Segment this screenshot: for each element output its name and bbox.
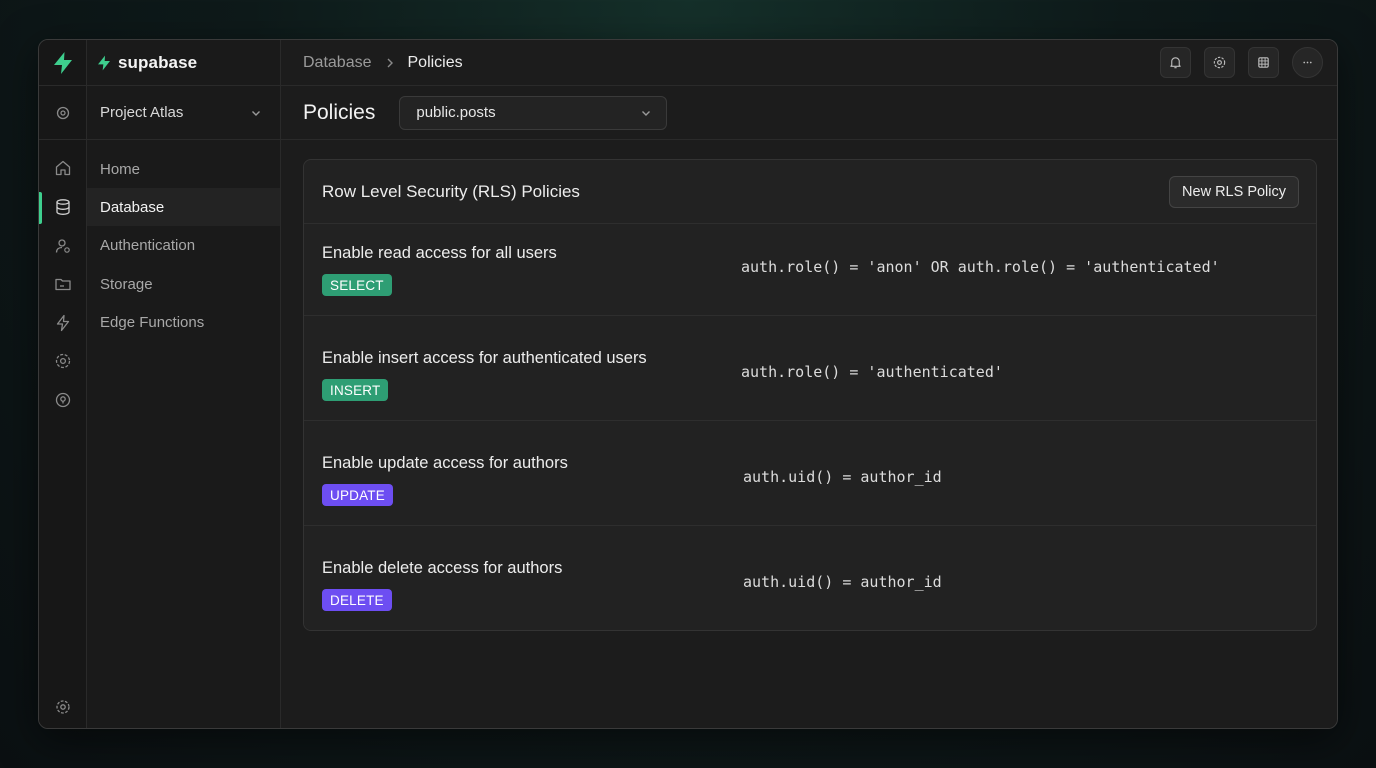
command-badge: SELECT bbox=[322, 274, 392, 296]
user-icon[interactable] bbox=[53, 236, 73, 256]
app-window: supabase Project Atlas Home Database Aut… bbox=[38, 39, 1338, 729]
sidebar-item-label: Home bbox=[100, 160, 141, 178]
sidebar-item-storage[interactable]: Storage bbox=[87, 265, 280, 303]
page-title: Policies bbox=[303, 100, 376, 124]
cog-small-icon bbox=[56, 106, 69, 119]
top-actions bbox=[1160, 47, 1323, 78]
supabase-logo[interactable] bbox=[39, 40, 86, 86]
top-bar: Database Policies bbox=[281, 40, 1337, 86]
sidebar-item-label: Database bbox=[100, 198, 165, 216]
sidebar-item-authentication[interactable]: Authentication bbox=[87, 227, 280, 265]
project-icon[interactable] bbox=[39, 86, 86, 140]
settings-button[interactable] bbox=[1204, 47, 1235, 78]
sidebar-item-label: Edge Functions bbox=[100, 314, 205, 332]
card-title: Row Level Security (RLS) Policies bbox=[322, 181, 580, 201]
policy-row[interactable]: Enable update access for authors UPDATE … bbox=[304, 434, 1316, 526]
folder-icon[interactable] bbox=[53, 274, 73, 294]
policy-name: Enable delete access for authors bbox=[322, 559, 563, 577]
policy-name: Enable update access for authors bbox=[322, 454, 568, 472]
notifications-button[interactable] bbox=[1160, 47, 1191, 78]
chevron-right-icon bbox=[385, 57, 395, 69]
sidebar-item-label: Authentication bbox=[100, 237, 196, 255]
policy-expression: auth.role() = 'authenticated' bbox=[741, 363, 1003, 381]
new-rls-policy-button[interactable]: New RLS Policy bbox=[1169, 175, 1299, 208]
command-badge: DELETE bbox=[322, 589, 392, 611]
chevron-down-icon bbox=[252, 110, 260, 116]
edge-functions-icon[interactable] bbox=[53, 313, 73, 333]
page-header: Policies public.posts bbox=[281, 86, 1337, 140]
apps-button[interactable] bbox=[1248, 47, 1279, 78]
project-name: Project Atlas bbox=[100, 104, 184, 121]
breadcrumb-current: Policies bbox=[407, 53, 463, 71]
policy-row[interactable]: Enable read access for all users SELECT … bbox=[304, 224, 1316, 316]
project-selector[interactable]: Project Atlas bbox=[87, 86, 280, 140]
database-icon[interactable] bbox=[53, 197, 73, 217]
table-select-value: public.posts bbox=[416, 104, 496, 121]
sidebar-nav: Home Database Authentication Storage Edg… bbox=[87, 150, 280, 342]
card-header: Row Level Security (RLS) Policies New RL… bbox=[304, 160, 1316, 224]
grid-icon bbox=[1258, 57, 1269, 68]
sidebar-item-edge-functions[interactable]: Edge Functions bbox=[87, 304, 280, 342]
sidebar-item-database[interactable]: Database bbox=[87, 188, 280, 227]
policies-card: Row Level Security (RLS) Policies New RL… bbox=[303, 159, 1317, 631]
brand[interactable]: supabase bbox=[87, 40, 280, 86]
more-icon bbox=[1303, 61, 1312, 64]
settings-gear-icon[interactable] bbox=[53, 351, 73, 371]
command-badge: INSERT bbox=[322, 379, 389, 401]
bell-icon bbox=[1170, 57, 1181, 69]
policy-row[interactable]: Enable insert access for authenticated u… bbox=[304, 329, 1316, 421]
icon-rail bbox=[39, 40, 87, 728]
chevron-down-icon bbox=[642, 110, 651, 116]
brand-name: supabase bbox=[118, 52, 198, 72]
home-icon[interactable] bbox=[53, 158, 73, 178]
more-button[interactable] bbox=[1292, 47, 1323, 78]
breadcrumb-parent[interactable]: Database bbox=[303, 54, 372, 72]
rail-active-indicator bbox=[39, 192, 42, 224]
project-settings-icon[interactable] bbox=[53, 697, 73, 717]
gear-icon bbox=[1213, 56, 1226, 69]
command-badge: UPDATE bbox=[322, 484, 393, 506]
policy-expression: auth.uid() = author_id bbox=[743, 468, 942, 486]
bolt-logo-icon bbox=[53, 51, 72, 74]
main-content: Database Policies Policies public.posts … bbox=[281, 40, 1337, 728]
policy-expression: auth.role() = 'anon' OR auth.role() = 'a… bbox=[741, 258, 1220, 276]
policy-name: Enable read access for all users bbox=[322, 244, 557, 262]
policy-expression: auth.uid() = author_id bbox=[743, 573, 942, 591]
policy-name: Enable insert access for authenticated u… bbox=[322, 349, 647, 367]
sidebar-item-home[interactable]: Home bbox=[87, 150, 280, 188]
advisor-icon[interactable] bbox=[53, 390, 73, 410]
sidebar: supabase Project Atlas Home Database Aut… bbox=[87, 40, 281, 728]
sidebar-item-label: Storage bbox=[100, 275, 153, 293]
table-select[interactable]: public.posts bbox=[399, 95, 668, 130]
supabase-bolt-icon bbox=[98, 55, 110, 70]
policy-row[interactable]: Enable delete access for authors DELETE … bbox=[304, 539, 1316, 630]
